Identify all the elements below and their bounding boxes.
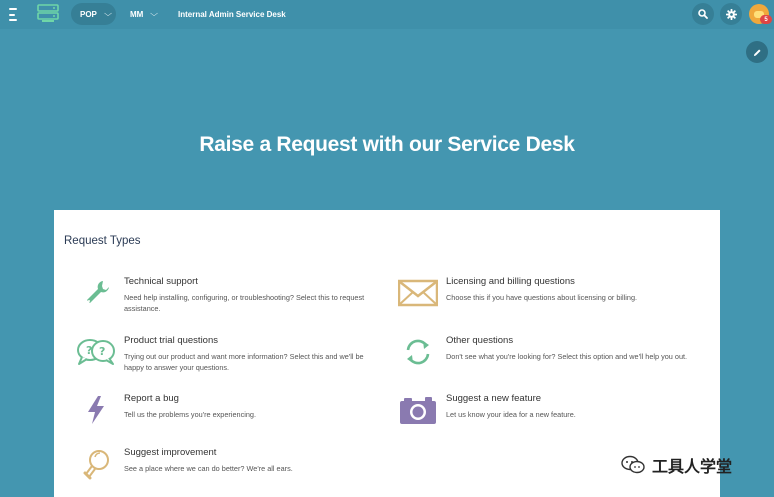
chevron-down-icon: ⌵: [103, 9, 112, 18]
top-navigation-bar: POP ⌵ MM ⌵ Internal Admin Service Desk 5: [0, 0, 774, 29]
watermark-text: 工具人学堂: [652, 459, 733, 476]
request-type-description: See a place where we can do better? We'r…: [124, 464, 293, 473]
watermark: 工具人学堂: [620, 453, 732, 477]
request-type-description: Trying out our product and want more inf…: [124, 352, 364, 372]
svg-text:?: ?: [86, 344, 92, 357]
service-desk-logo-icon[interactable]: [36, 4, 62, 24]
edit-button[interactable]: [746, 41, 768, 63]
wrench-icon: [74, 276, 118, 310]
refresh-icon: [396, 335, 440, 369]
request-type-description: Tell us the problems you're experiencing…: [124, 410, 256, 419]
lightbulb-icon: [74, 447, 118, 481]
envelope-icon: [396, 276, 440, 310]
request-type-description: Need help installing, configuring, or tr…: [124, 293, 365, 313]
request-type-name: Other questions: [446, 335, 514, 346]
request-type-technical-support[interactable]: Technical support Need help installing, …: [74, 276, 374, 326]
search-button[interactable]: [692, 3, 714, 25]
lightning-icon: [74, 393, 118, 427]
menu-icon[interactable]: [9, 8, 23, 21]
request-type-name: Report a bug: [124, 393, 179, 404]
request-type-description: Choose this if you have questions about …: [446, 293, 638, 302]
search-icon: [698, 9, 708, 19]
request-type-product-trial[interactable]: ? ? Product trial questions Trying out o…: [74, 335, 374, 385]
project-selector-label: MM: [130, 9, 144, 19]
notification-badge: 5: [760, 15, 772, 24]
portal-selector-dropdown[interactable]: POP ⌵: [71, 3, 116, 25]
request-type-suggest-feature[interactable]: Suggest a new feature Let us know your i…: [396, 393, 696, 443]
settings-button[interactable]: [720, 3, 742, 25]
request-type-name: Suggest a new feature: [446, 393, 542, 404]
request-type-description: Don't see what you're looking for? Selec…: [446, 352, 688, 361]
wechat-icon: [621, 455, 645, 474]
request-type-description: Let us know your idea for a new feature.: [446, 410, 576, 419]
section-heading: Request Types: [64, 235, 141, 247]
request-type-name: Licensing and billing questions: [446, 276, 575, 287]
page-title: Raise a Request with our Service Desk: [199, 133, 575, 156]
request-type-name: Product trial questions: [124, 335, 218, 346]
request-type-licensing-billing[interactable]: Licensing and billing questions Choose t…: [396, 276, 696, 326]
gear-icon: [725, 8, 737, 20]
portal-selector-label: POP: [80, 9, 97, 19]
request-type-name: Technical support: [124, 276, 198, 287]
service-desk-link[interactable]: Internal Admin Service Desk: [178, 3, 286, 25]
question-bubbles-icon: ? ?: [74, 335, 118, 369]
chevron-down-icon: ⌵: [150, 9, 159, 18]
request-type-other-questions[interactable]: Other questions Don't see what you're lo…: [396, 335, 696, 385]
request-type-name: Suggest improvement: [124, 447, 217, 458]
request-type-report-bug[interactable]: Report a bug Tell us the problems you're…: [74, 393, 374, 443]
svg-text:?: ?: [99, 345, 105, 358]
request-type-suggest-improvement[interactable]: Suggest improvement See a place where we…: [74, 447, 374, 497]
pencil-icon: [753, 48, 761, 56]
project-selector-dropdown[interactable]: MM ⌵: [130, 3, 159, 25]
camera-icon: [396, 393, 440, 427]
